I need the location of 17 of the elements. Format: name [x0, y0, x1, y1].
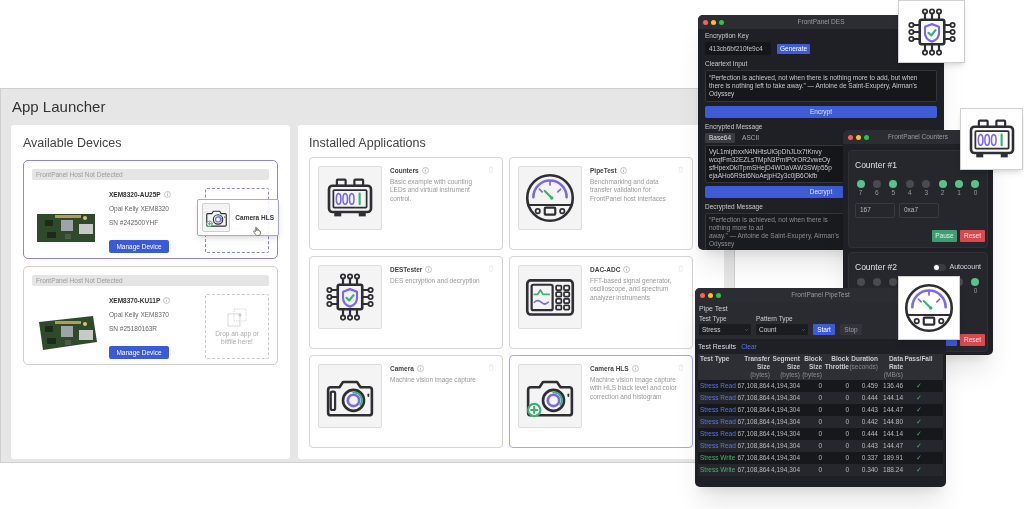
- autocount-toggle[interactable]: [933, 263, 947, 271]
- info-icon[interactable]: [416, 365, 424, 373]
- info-icon[interactable]: [631, 365, 639, 373]
- chevron-icon: [802, 328, 805, 331]
- info-icon[interactable]: [619, 167, 627, 175]
- info-icon[interactable]: [623, 266, 631, 274]
- window-title: App Launcher: [12, 96, 106, 117]
- counter-title: Counter #2: [855, 261, 898, 274]
- add-file-icon: [227, 307, 247, 328]
- chevron-icon: [745, 328, 748, 331]
- info-icon[interactable]: [421, 167, 429, 175]
- counter-title: Counter #1: [855, 159, 898, 172]
- info-icon[interactable]: [425, 266, 433, 274]
- info-icon[interactable]: [163, 297, 171, 305]
- hand-cursor-icon: [252, 226, 262, 236]
- panel-heading: Available Devices: [23, 135, 123, 151]
- info-icon[interactable]: [163, 191, 171, 199]
